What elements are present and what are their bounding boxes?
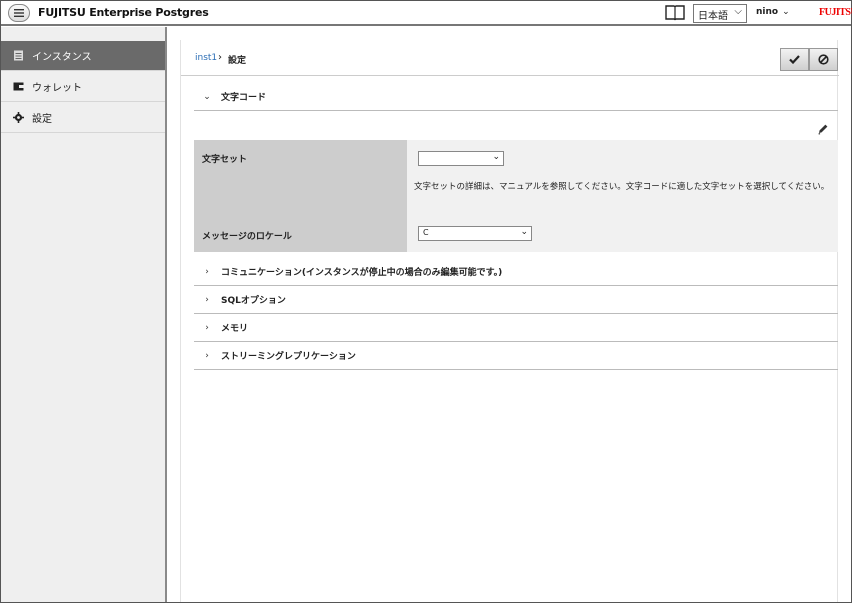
pencil-edit-icon[interactable] <box>817 123 829 135</box>
user-menu[interactable]: nino ⌄ <box>756 7 790 17</box>
wallet-icon <box>13 81 24 92</box>
section-title: コミュニケーション(インスタンスが停止中の場合のみ編集可能です。) <box>221 268 503 278</box>
app-title: FUJITSU Enterprise Postgres <box>38 6 209 19</box>
section-header-memory[interactable]: › メモリ <box>194 314 838 342</box>
cancel-icon <box>818 54 829 65</box>
breadcrumb: inst1 › 設定 <box>181 40 839 76</box>
language-value: 日本語 <box>698 11 728 22</box>
save-button[interactable] <box>780 48 809 71</box>
sidebar-item-instance[interactable]: インスタンス <box>1 41 165 71</box>
sidebar: インスタンス ウォレット 設定 <box>1 27 167 602</box>
section-header-charcode[interactable]: ⌄ 文字コード <box>194 83 838 111</box>
section-title: メモリ <box>221 324 249 334</box>
chevron-down-icon: ⌄ <box>203 91 211 102</box>
section-header-communication[interactable]: › コミュニケーション(インスタンスが停止中の場合のみ編集可能です。) <box>194 258 838 286</box>
check-icon <box>789 55 800 64</box>
database-icon <box>13 50 24 61</box>
user-name: nino <box>756 7 779 17</box>
manual-book-icon[interactable] <box>664 3 686 21</box>
cancel-button[interactable] <box>809 48 838 71</box>
chevron-down-icon: ⌄ <box>782 7 790 17</box>
charset-hint: 文字セットの詳細は、マニュアルを参照してください。文字コードに適した文字セットを… <box>414 182 830 192</box>
chevron-down-icon: ⌄ <box>520 227 528 237</box>
charset-select[interactable]: ⌄ <box>418 151 504 166</box>
breadcrumb-link-instance[interactable]: inst1 <box>195 53 217 63</box>
locale-value: C <box>423 228 429 237</box>
section-title: 文字コード <box>221 93 267 103</box>
section-title: ストリーミングレプリケーション <box>221 352 356 362</box>
main-panel: inst1 › 設定 ⌄ 文字コード 文字セット メッセージのロケール ⌄ 文字… <box>180 40 839 602</box>
top-header: FUJITSU Enterprise Postgres 日本語 ⌵ nino ⌄ … <box>1 1 852 26</box>
sidebar-item-label: ウォレット <box>32 82 82 94</box>
charset-label: 文字セット <box>194 140 407 215</box>
chevron-right-icon: › <box>218 52 222 63</box>
section-header-sql-options[interactable]: › SQLオプション <box>194 286 838 314</box>
chevron-down-icon: ⌵ <box>734 6 742 17</box>
hamburger-menu-button[interactable] <box>8 4 30 22</box>
locale-select[interactable]: C ⌄ <box>418 226 532 241</box>
sidebar-item-wallet[interactable]: ウォレット <box>1 71 165 102</box>
gear-icon <box>13 111 24 123</box>
section-title: SQLオプション <box>221 296 286 306</box>
chevron-down-icon: ⌄ <box>492 152 500 162</box>
chevron-right-icon: › <box>205 294 209 305</box>
language-select[interactable]: 日本語 ⌵ <box>693 4 747 23</box>
hamburger-icon <box>14 9 24 17</box>
fujitsu-logo: FUJITSU <box>819 7 852 18</box>
sidebar-item-settings[interactable]: 設定 <box>1 102 165 133</box>
charcode-form: 文字セット メッセージのロケール ⌄ 文字セットの詳細は、マニュアルを参照してく… <box>194 140 838 252</box>
sidebar-item-label: 設定 <box>32 113 52 125</box>
sidebar-item-label: インスタンス <box>32 52 92 63</box>
locale-label: メッセージのロケール <box>194 215 407 252</box>
breadcrumb-current: 設定 <box>228 56 247 66</box>
chevron-right-icon: › <box>205 322 209 333</box>
section-header-streaming-replication[interactable]: › ストリーミングレプリケーション <box>194 342 838 370</box>
chevron-right-icon: › <box>205 266 209 277</box>
chevron-right-icon: › <box>205 350 209 361</box>
